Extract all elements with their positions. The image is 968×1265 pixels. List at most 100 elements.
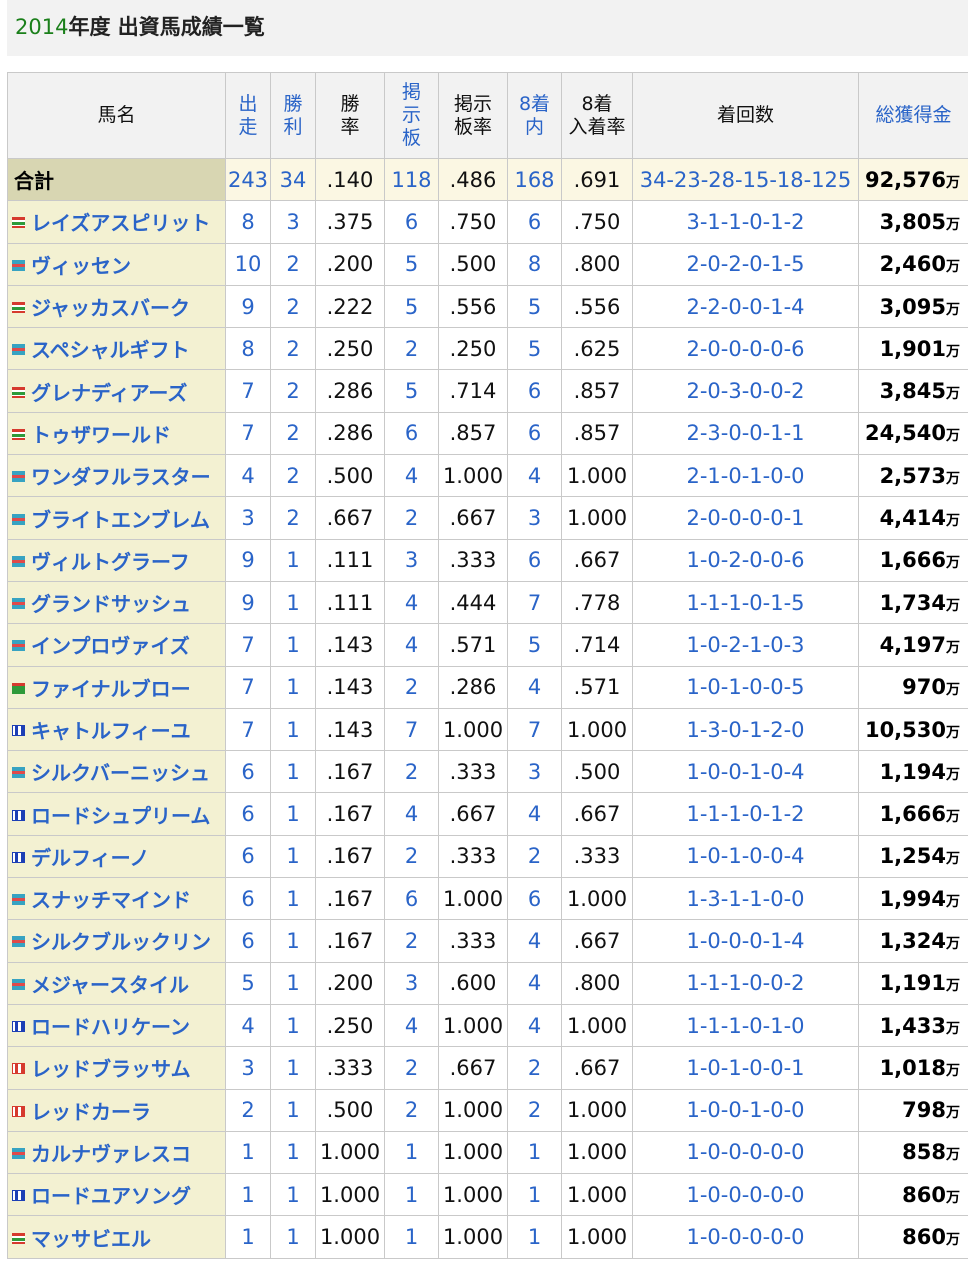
board-link[interactable]: 1 [384,1215,439,1259]
finishes-link[interactable]: 1-1-1-0-0-2 [632,961,859,1005]
sort-top8-link[interactable]: 8着 内 [507,72,562,159]
wins-link[interactable]: 2 [270,284,316,329]
finishes-link[interactable]: 2-2-0-0-1-4 [632,284,859,329]
board-link[interactable]: 5 [384,242,439,286]
wins-link[interactable]: 1 [270,1215,316,1259]
starts-link[interactable]: 7 [225,665,271,709]
sort-board-link[interactable]: 掲 示 板 [384,72,439,159]
wins-link[interactable]: 1 [270,1003,316,1048]
top8-link[interactable]: 4 [507,454,562,498]
board-link[interactable]: 5 [384,284,439,329]
total-top8[interactable]: 168 [507,157,562,202]
wins-link[interactable]: 1 [270,1130,316,1175]
horse-name-link[interactable]: ロードハリケーン [7,1003,226,1048]
starts-link[interactable]: 6 [225,792,271,836]
sort-earnings-link[interactable]: 総獲得金 [858,72,968,159]
top8-link[interactable]: 6 [507,200,562,244]
horse-name-link[interactable]: グレナディアーズ [7,369,226,413]
horse-name[interactable]: マッサビエル [31,1227,151,1251]
starts-link[interactable]: 1 [225,1130,271,1175]
top8-link[interactable]: 2 [507,834,562,879]
horse-name-link[interactable]: ファイナルブロー [7,665,226,709]
horse-name-link[interactable]: トゥザワールド [7,411,226,456]
starts-link[interactable]: 8 [225,327,271,371]
top8-link[interactable]: 5 [507,623,562,667]
horse-name[interactable]: グレナディアーズ [31,381,187,405]
starts-link[interactable]: 6 [225,834,271,879]
board-link[interactable]: 6 [384,877,439,921]
top8-link[interactable]: 2 [507,1046,562,1090]
horse-name[interactable]: ロードハリケーン [31,1015,190,1039]
starts-link[interactable]: 1 [225,1215,271,1259]
horse-name-link[interactable]: ヴィッセン [7,242,226,286]
finishes-link[interactable]: 2-3-0-0-1-1 [632,411,859,456]
total-finishes[interactable]: 34-23-28-15-18-125 [632,157,859,202]
top8-link[interactable]: 4 [507,961,562,1005]
starts-link[interactable]: 4 [225,454,271,498]
starts-link[interactable]: 8 [225,200,271,244]
horse-name[interactable]: ワンダフルラスター [31,465,211,489]
horse-name-link[interactable]: ブライトエンブレム [7,496,226,540]
sort-starts-link[interactable]: 出 走 [225,72,271,159]
wins-link[interactable]: 1 [270,792,316,836]
finishes-link[interactable]: 1-0-0-0-1-4 [632,919,859,963]
starts-link[interactable]: 7 [225,411,271,456]
board-link[interactable]: 2 [384,327,439,371]
top8-link[interactable]: 5 [507,327,562,371]
wins-link[interactable]: 1 [270,961,316,1005]
horse-name-link[interactable]: グランドサッシュ [7,580,226,625]
wins-link[interactable]: 1 [270,1088,316,1132]
horse-name[interactable]: キャトルフィーユ [31,719,191,743]
horse-name[interactable]: カルナヴァレスコ [31,1142,191,1166]
board-link[interactable]: 1 [384,1173,439,1217]
horse-name-link[interactable]: デルフィーノ [7,834,226,879]
horse-name[interactable]: シルクバーニッシュ [31,761,210,785]
horse-name[interactable]: メジャースタイル [31,973,189,997]
wins-link[interactable]: 1 [270,877,316,921]
horse-name-link[interactable]: キャトルフィーユ [7,707,226,752]
board-link[interactable]: 6 [384,411,439,456]
wins-link[interactable]: 1 [270,1173,316,1217]
finishes-link[interactable]: 2-0-0-0-0-6 [632,327,859,371]
horse-name[interactable]: ファイナルブロー [31,677,191,701]
finishes-link[interactable]: 3-1-1-0-1-2 [632,200,859,244]
finishes-link[interactable]: 1-0-1-0-0-1 [632,1046,859,1090]
top8-link[interactable]: 6 [507,877,562,921]
horse-name-link[interactable]: レイズアスピリット [7,200,226,244]
board-link[interactable]: 3 [384,538,439,582]
wins-link[interactable]: 2 [270,242,316,286]
top8-link[interactable]: 7 [507,707,562,752]
finishes-link[interactable]: 1-0-0-0-0-0 [632,1215,859,1259]
horse-name-link[interactable]: ロードユアソング [7,1173,226,1217]
wins-link[interactable]: 2 [270,327,316,371]
wins-link[interactable]: 1 [270,707,316,752]
board-link[interactable]: 4 [384,580,439,625]
wins-link[interactable]: 1 [270,919,316,963]
top8-link[interactable]: 5 [507,284,562,329]
horse-name-link[interactable]: ヴィルトグラーフ [7,538,226,582]
board-link[interactable]: 6 [384,200,439,244]
wins-link[interactable]: 3 [270,200,316,244]
top8-link[interactable]: 8 [507,242,562,286]
wins-link[interactable]: 2 [270,496,316,540]
horse-name[interactable]: インプロヴァイズ [31,634,190,658]
starts-link[interactable]: 2 [225,1088,271,1132]
horse-name[interactable]: ロードユアソング [31,1184,191,1208]
horse-name-link[interactable]: ロードシュプリーム [7,792,226,836]
top8-link[interactable]: 6 [507,538,562,582]
board-link[interactable]: 2 [384,834,439,879]
board-link[interactable]: 2 [384,750,439,794]
finishes-link[interactable]: 1-3-0-1-2-0 [632,707,859,752]
horse-name[interactable]: デルフィーノ [31,846,149,870]
horse-name[interactable]: レッドカーラ [31,1100,151,1124]
top8-link[interactable]: 3 [507,750,562,794]
wins-link[interactable]: 2 [270,454,316,498]
starts-link[interactable]: 9 [225,538,271,582]
horse-name-link[interactable]: シルクブルックリン [7,919,226,963]
horse-name-link[interactable]: インプロヴァイズ [7,623,226,667]
starts-link[interactable]: 9 [225,580,271,625]
wins-link[interactable]: 2 [270,369,316,413]
horse-name[interactable]: レイズアスピリット [31,211,210,235]
board-link[interactable]: 2 [384,919,439,963]
horse-name[interactable]: スナッチマインド [31,888,191,912]
